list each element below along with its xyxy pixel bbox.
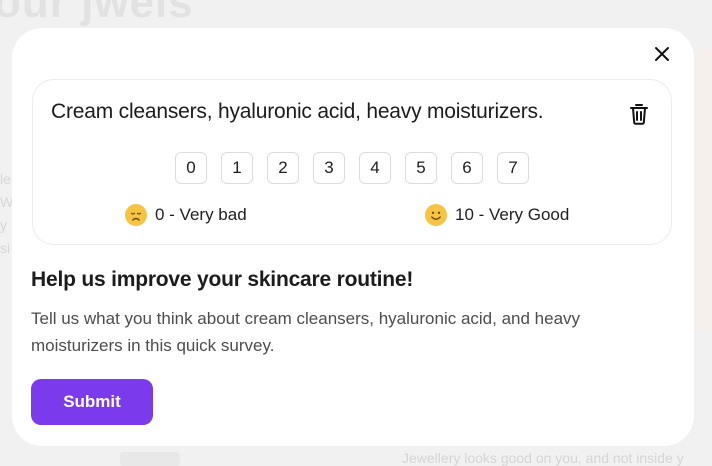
legend-low-label: 0 - Very bad <box>155 205 247 224</box>
survey-modal: Cream cleansers, hyaluronic acid, heavy … <box>12 28 694 446</box>
rating-option-7[interactable]: 7 <box>497 152 529 184</box>
legend-low: 0 - Very bad <box>125 204 247 226</box>
rating-scale: 0 1 2 3 4 5 6 7 <box>33 152 671 184</box>
info-heading: Help us improve your skincare routine! <box>31 268 414 291</box>
survey-question: Cream cleansers, hyaluronic acid, heavy … <box>51 100 544 123</box>
close-icon <box>655 47 669 61</box>
rating-option-3[interactable]: 3 <box>313 152 345 184</box>
legend-high-label: 10 - Very Good <box>455 205 570 224</box>
rating-option-1[interactable]: 1 <box>221 152 253 184</box>
smile-face-icon <box>425 204 447 226</box>
background-bottom-text: Jewellery looks good on you, and not ins… <box>402 450 684 466</box>
close-button[interactable] <box>648 40 676 68</box>
background-title: our jwels <box>0 0 194 27</box>
trash-icon <box>630 103 648 125</box>
rating-option-6[interactable]: 6 <box>451 152 483 184</box>
rating-option-4[interactable]: 4 <box>359 152 391 184</box>
info-description: Tell us what you think about cream clean… <box>31 309 581 355</box>
background-decoration <box>120 452 180 466</box>
delete-button[interactable] <box>627 102 651 128</box>
sad-face-icon <box>125 204 147 226</box>
survey-card: Cream cleansers, hyaluronic acid, heavy … <box>32 79 672 245</box>
rating-option-5[interactable]: 5 <box>405 152 437 184</box>
submit-button[interactable]: Submit <box>31 379 153 425</box>
rating-option-0[interactable]: 0 <box>175 152 207 184</box>
legend-high: 10 - Very Good <box>425 204 569 226</box>
rating-option-2[interactable]: 2 <box>267 152 299 184</box>
